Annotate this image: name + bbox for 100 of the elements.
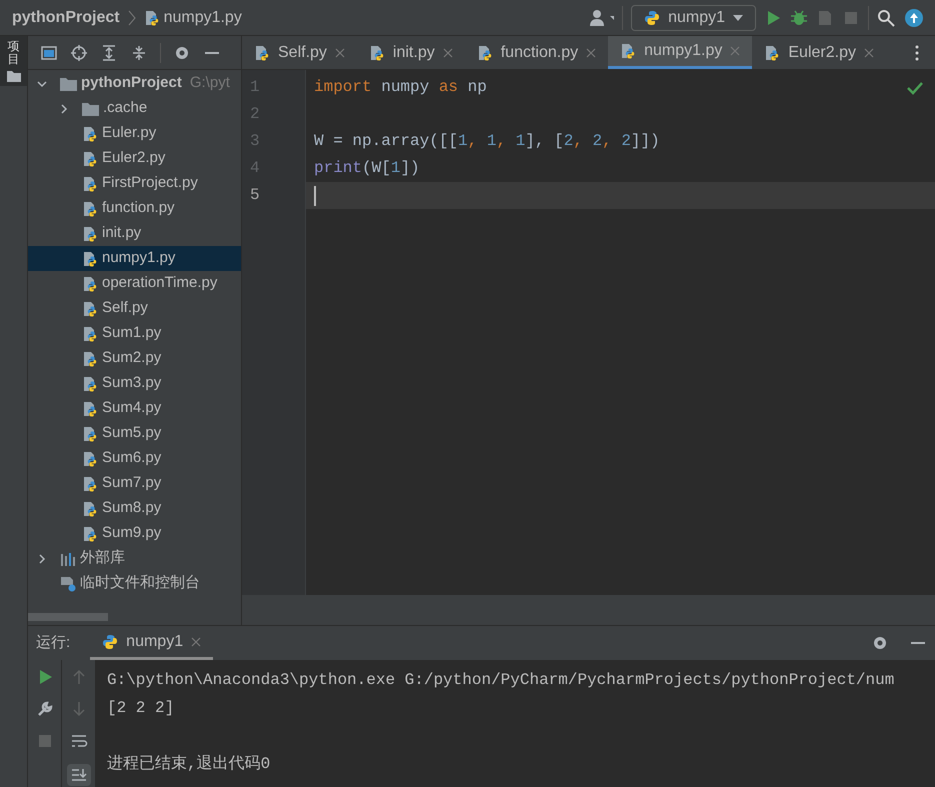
python-file-icon: [82, 226, 98, 242]
tree-item[interactable]: Sum6.py: [28, 446, 241, 471]
python-file-icon: [82, 526, 98, 542]
tree-item-label: Sum3.py: [102, 373, 162, 394]
update-icon[interactable]: [903, 8, 923, 26]
chevron-right-icon: [128, 10, 136, 26]
python-file-icon: [82, 476, 98, 492]
tree-item[interactable]: Sum1.py: [28, 321, 241, 346]
python-file-icon: [82, 426, 98, 442]
tree-item-label: operationTime.py: [102, 273, 218, 294]
tree-item-label: 外部库: [80, 548, 125, 568]
panel-title: 运行:: [36, 632, 70, 653]
scroll-to-end-button[interactable]: [66, 764, 90, 786]
tree-item-path: G:\pyt: [190, 73, 230, 94]
scrollbar[interactable]: [28, 613, 108, 621]
tree-item-label: numpy1.py: [102, 248, 176, 268]
tree-item[interactable]: Sum9.py: [28, 521, 241, 546]
code-line: W = np.array([[1, 1, 1], [2, 2, 2]]): [314, 131, 660, 152]
tree-item[interactable]: FirstProject.py: [28, 171, 241, 196]
python-file-icon: [764, 44, 780, 60]
python-file-icon: [144, 10, 160, 26]
breadcrumb-item[interactable]: pythonProject: [12, 6, 120, 30]
checkmark-icon: [907, 81, 923, 95]
crosshair-icon[interactable]: [70, 44, 88, 62]
tree-item[interactable]: init.py: [28, 221, 241, 246]
console-line: [2 2 2]: [107, 699, 174, 717]
python-file-icon: [82, 450, 98, 466]
python-file-icon: [368, 44, 385, 60]
python-file-icon: [82, 250, 98, 266]
tree-item[interactable]: Sum8.py: [28, 496, 241, 521]
tree-item-label: 临时文件和控制台: [80, 573, 200, 594]
python-file-icon: [82, 300, 98, 316]
window-icon[interactable]: [40, 44, 58, 62]
project-tool-tab[interactable]: 项目: [0, 36, 27, 86]
tree-item[interactable]: Euler2.py: [28, 146, 241, 171]
tree-item-label: Euler2.py: [102, 148, 166, 168]
editor-tab[interactable]: function.py: [464, 36, 608, 69]
code-line: print(W[1]): [314, 158, 420, 179]
python-file-icon: [82, 200, 98, 216]
console-line: 进程已结束,退出代码0: [107, 755, 270, 773]
run-config-dropdown[interactable]: numpy1: [631, 4, 756, 30]
editor-tab[interactable]: Self.py: [242, 36, 357, 69]
editor-tab[interactable]: Euler2.py: [752, 36, 886, 69]
editor-tab[interactable]: init.py: [356, 36, 465, 69]
tree-item-label: Sum9.py: [102, 523, 162, 544]
tree-item[interactable]: operationTime.py: [28, 271, 241, 296]
tree-item[interactable]: Sum4.py: [28, 396, 241, 421]
tree-item[interactable]: 外部库: [28, 546, 241, 571]
tree-item[interactable]: Self.py: [28, 296, 241, 321]
text-cursor: [314, 186, 316, 206]
tree-item-label: init.py: [102, 223, 142, 244]
expand-all-icon[interactable]: [100, 44, 118, 62]
folder-icon: [82, 102, 99, 116]
tree-item-label: Sum6.py: [102, 448, 162, 468]
tab-label: Euler2.py: [788, 42, 856, 62]
breadcrumb-item[interactable]: numpy1.py: [144, 6, 242, 30]
more-icon[interactable]: [915, 44, 919, 60]
python-file-icon: [82, 500, 98, 516]
wrench-icon[interactable]: [36, 700, 54, 718]
python-file-icon: [82, 150, 98, 166]
tree-item-label: function.py: [102, 198, 175, 218]
tree-item[interactable]: 临时文件和控制台: [28, 571, 241, 596]
settings-icon[interactable]: [871, 634, 889, 652]
python-icon: [102, 634, 118, 650]
folder-icon: [60, 76, 77, 90]
tree-item[interactable]: Euler.py: [28, 121, 241, 146]
python-file-icon: [476, 44, 493, 60]
folder-icon: [6, 70, 20, 82]
tree-item[interactable]: Sum5.py: [28, 421, 241, 446]
tree-item[interactable]: function.py: [28, 196, 241, 221]
tree-item[interactable]: Sum3.py: [28, 371, 241, 396]
tree-item-label: pythonProject: [81, 73, 182, 94]
search-icon[interactable]: [877, 8, 895, 26]
tree-item[interactable]: Sum7.py: [28, 471, 241, 496]
tree-item-label: Self.py: [102, 298, 148, 318]
bar-chart-icon: [60, 552, 76, 566]
tree-item[interactable]: Sum2.py: [28, 346, 241, 371]
bug-icon[interactable]: [790, 8, 808, 26]
console-line: G:\python\Anaconda3\python.exe G:/python/PyCharm/PycharmProjects/pythonProject/num: [107, 671, 894, 689]
scratch-file-icon: [60, 576, 76, 592]
python-file-icon: [82, 176, 98, 192]
python-file-icon: [620, 43, 636, 59]
python-file-icon: [82, 126, 98, 142]
tree-item[interactable]: pythonProject G:\pyt: [28, 71, 241, 96]
tab-label: numpy1: [126, 632, 184, 652]
editor-tab[interactable]: numpy1.py: [608, 36, 752, 69]
tree-item-label: Sum2.py: [102, 348, 162, 368]
tree-item-label: .cache: [103, 98, 148, 118]
tree-item[interactable]: .cache: [28, 96, 241, 121]
python-file-icon: [82, 326, 98, 342]
tab-label: init.py: [392, 42, 435, 62]
tree-item-label: Sum1.py: [102, 323, 162, 344]
collapse-all-icon[interactable]: [130, 44, 148, 62]
tree-item-label: Sum5.py: [102, 423, 162, 444]
python-file-icon: [82, 350, 98, 366]
python-file-icon: [82, 276, 98, 292]
python-file-icon: [82, 400, 98, 416]
python-icon: [644, 10, 660, 26]
tab-label: function.py: [500, 42, 578, 62]
tree-item[interactable]: numpy1.py: [28, 246, 241, 271]
